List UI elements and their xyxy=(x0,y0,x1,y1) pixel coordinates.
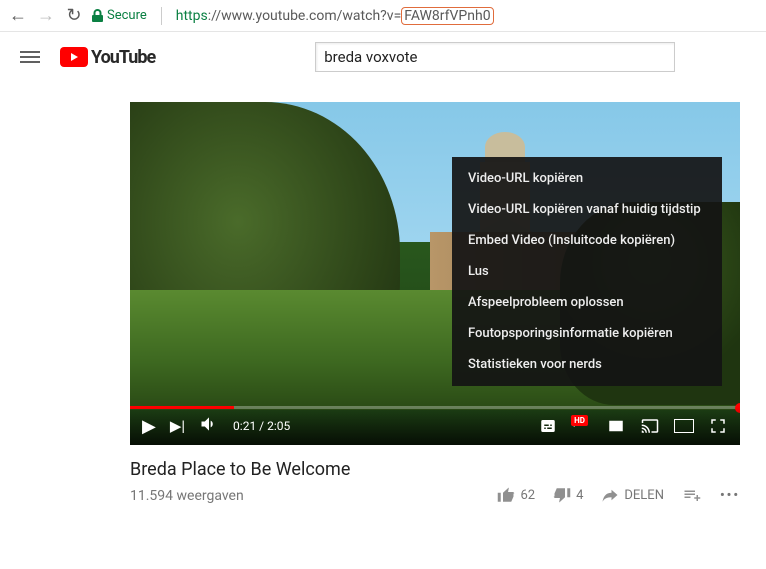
play-button[interactable]: ▶ xyxy=(142,416,156,437)
share-button[interactable]: DELEN xyxy=(601,486,664,504)
youtube-play-icon xyxy=(60,47,88,67)
back-button[interactable]: ← xyxy=(8,5,28,26)
add-to-button[interactable] xyxy=(682,486,702,504)
next-button[interactable]: ▶| xyxy=(170,417,185,435)
secure-label: Secure xyxy=(107,8,147,23)
fullscreen-button[interactable] xyxy=(708,416,728,436)
ctx-debug-info[interactable]: Foutopsporingsinformatie kopiëren xyxy=(452,318,722,349)
separator xyxy=(161,7,162,25)
player-controls: ▶ ▶| 0:21 / 2:05 HD xyxy=(130,407,740,445)
thumbs-down-icon xyxy=(553,486,571,504)
more-button[interactable]: ••• xyxy=(720,488,740,503)
ctx-embed[interactable]: Embed Video (Insluitcode kopiëren) xyxy=(452,225,722,256)
ctx-troubleshoot[interactable]: Afspeelprobleem oplossen xyxy=(452,287,722,318)
settings-button[interactable]: HD xyxy=(572,416,592,436)
menu-icon[interactable] xyxy=(20,48,40,66)
ctx-copy-url-at-time[interactable]: Video-URL kopiëren vanaf huidig tijdstip xyxy=(452,194,722,225)
volume-button[interactable] xyxy=(199,414,219,439)
like-button[interactable]: 62 xyxy=(497,486,535,504)
address-bar[interactable]: https://www.youtube.com/watch?v=FAW8rfVP… xyxy=(176,7,758,25)
url-path: ://www.youtube.com/watch?v= xyxy=(208,8,402,24)
search-value: breda voxvote xyxy=(324,48,417,66)
video-title: Breda Place to Be Welcome xyxy=(130,459,740,480)
playlist-add-icon xyxy=(682,486,702,504)
video-meta: Breda Place to Be Welcome 11.594 weergav… xyxy=(130,445,740,504)
like-count: 62 xyxy=(520,488,535,503)
subtitles-button[interactable] xyxy=(538,416,558,436)
thumbs-up-icon xyxy=(497,486,515,504)
dislike-button[interactable]: 4 xyxy=(553,486,583,504)
volume-icon xyxy=(199,414,219,434)
video-player[interactable]: Video-URL kopiëren Video-URL kopiëren va… xyxy=(130,102,740,445)
dislike-count: 4 xyxy=(576,488,583,503)
youtube-logo[interactable]: YouTube xyxy=(60,47,155,68)
reload-button[interactable]: ↻ xyxy=(64,5,84,26)
search-input[interactable]: breda voxvote xyxy=(315,42,675,72)
share-icon xyxy=(601,486,619,504)
lock-icon xyxy=(92,9,103,22)
forward-button[interactable]: → xyxy=(36,5,56,26)
browser-toolbar: ← → ↻ Secure https://www.youtube.com/wat… xyxy=(0,0,766,32)
youtube-header: YouTube breda voxvote xyxy=(0,32,766,82)
url-video-id: FAW8rfVPnh0 xyxy=(401,7,493,25)
main-content: Video-URL kopiëren Video-URL kopiëren va… xyxy=(0,82,766,504)
share-label: DELEN xyxy=(624,488,664,503)
hd-badge: HD xyxy=(571,415,588,426)
ctx-loop[interactable]: Lus xyxy=(452,256,722,287)
ctx-stats[interactable]: Statistieken voor nerds xyxy=(452,349,722,380)
player-context-menu: Video-URL kopiëren Video-URL kopiëren va… xyxy=(452,157,722,386)
url-protocol: https xyxy=(176,8,208,24)
theater-button[interactable] xyxy=(674,416,694,436)
youtube-logo-text: YouTube xyxy=(91,47,155,68)
duration: 2:05 xyxy=(267,419,290,433)
ctx-copy-url[interactable]: Video-URL kopiëren xyxy=(452,163,722,194)
cast-button[interactable] xyxy=(640,416,660,436)
miniplayer-button[interactable] xyxy=(606,416,626,436)
secure-indicator[interactable]: Secure xyxy=(92,8,147,23)
time-display: 0:21 / 2:05 xyxy=(233,419,290,433)
current-time: 0:21 xyxy=(233,419,256,433)
